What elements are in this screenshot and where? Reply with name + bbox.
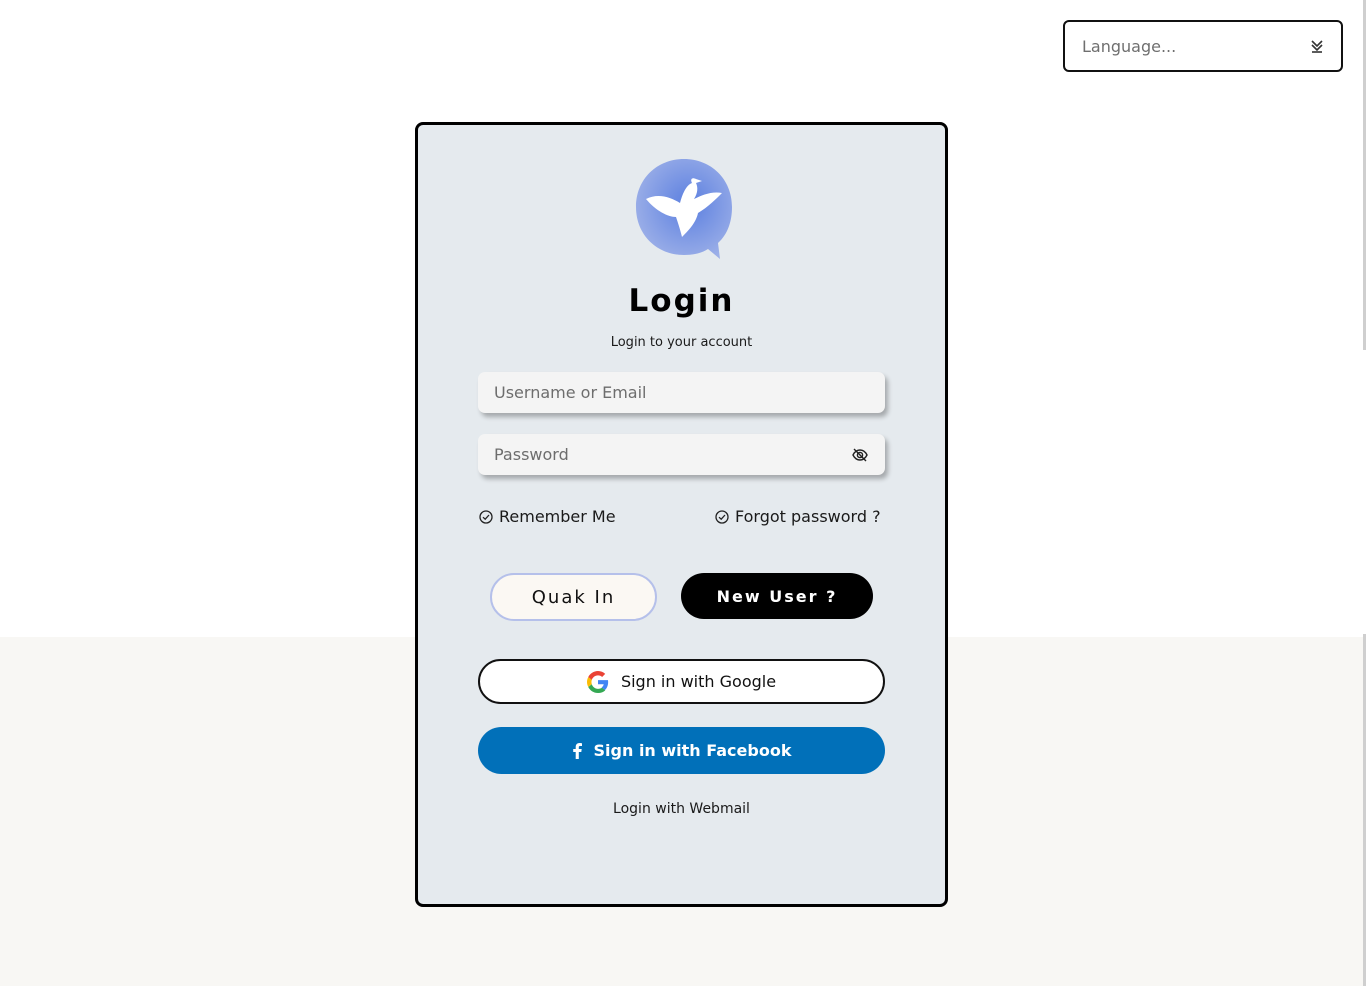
google-icon: [586, 670, 609, 693]
page-subtitle: Login to your account: [610, 335, 753, 350]
chevron-double-down-icon: [1311, 40, 1323, 53]
language-select[interactable]: Language...: [1063, 20, 1343, 72]
new-user-button[interactable]: New User ?: [681, 573, 873, 619]
webmail-login-link[interactable]: Login with Webmail: [418, 801, 945, 817]
facebook-sign-in-label: Sign in with Facebook: [593, 741, 792, 760]
google-sign-in-button[interactable]: Sign in with Google: [478, 659, 885, 704]
password-input[interactable]: [494, 445, 851, 464]
page-title: Login: [628, 283, 735, 319]
facebook-sign-in-button[interactable]: Sign in with Facebook: [478, 727, 885, 774]
quak-in-button[interactable]: Quak In: [490, 573, 657, 621]
username-field-wrapper: [478, 372, 885, 413]
login-card: Login Login to your account Remember Me …: [415, 122, 948, 907]
eye-off-icon[interactable]: [851, 446, 869, 464]
username-input[interactable]: [494, 383, 869, 402]
google-sign-in-label: Sign in with Google: [620, 672, 777, 691]
remember-me-option[interactable]: Remember Me: [479, 507, 616, 526]
forgot-password-link[interactable]: Forgot password ?: [715, 507, 881, 526]
language-placeholder: Language...: [1082, 36, 1177, 56]
forgot-password-label: Forgot password ?: [735, 507, 881, 526]
facebook-icon: [572, 742, 582, 759]
remember-me-label: Remember Me: [499, 507, 616, 526]
password-field-wrapper: [478, 434, 885, 475]
check-circle-icon: [479, 509, 493, 524]
duck-chat-bubble-logo: [636, 159, 732, 259]
check-circle-icon: [715, 509, 729, 524]
